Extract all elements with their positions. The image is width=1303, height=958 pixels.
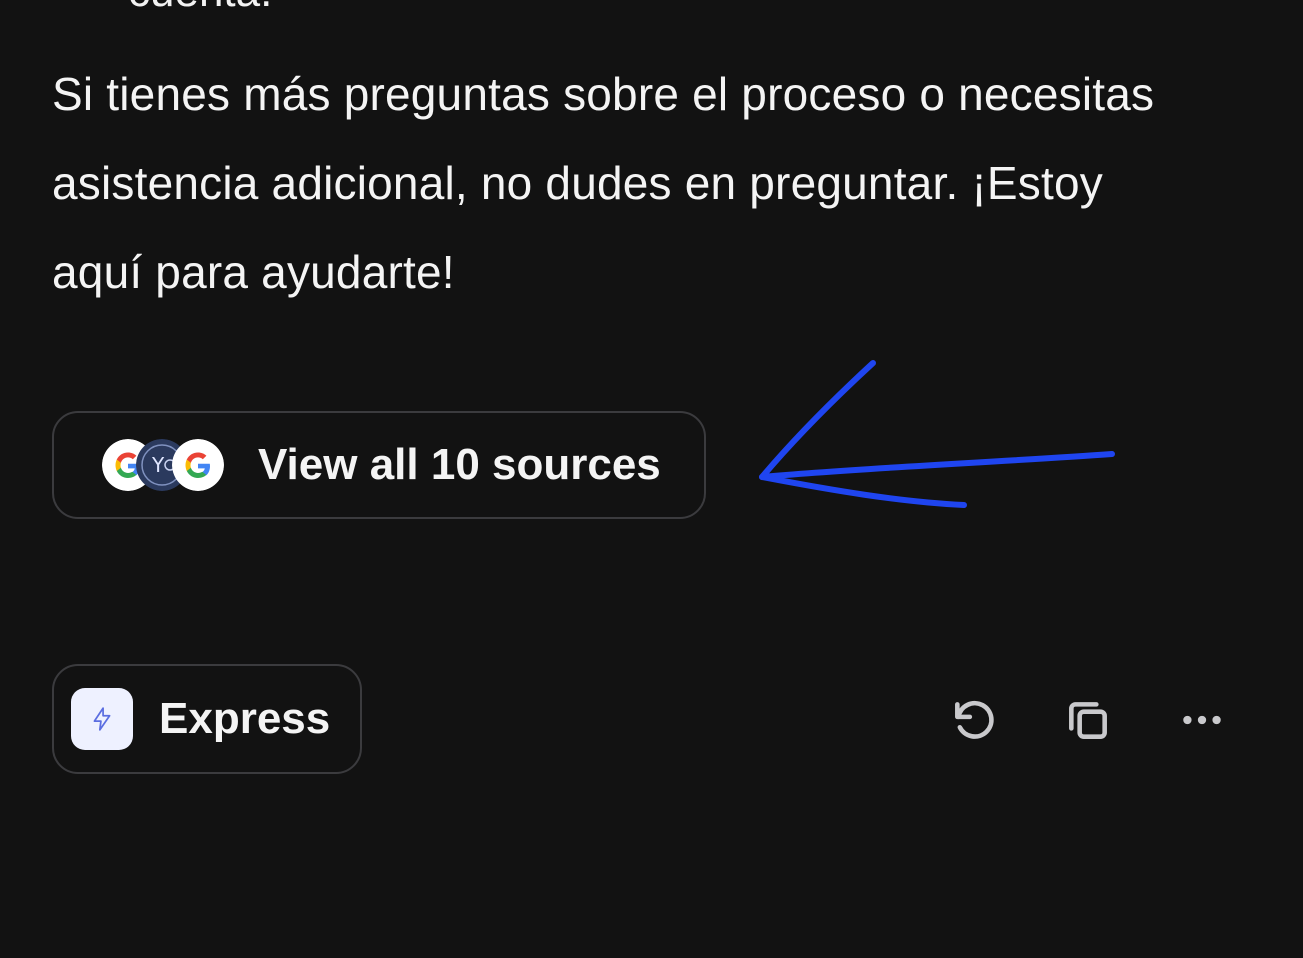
google-icon <box>172 439 224 491</box>
more-icon[interactable] <box>1174 692 1230 748</box>
view-all-sources-label: View all 10 sources <box>258 440 661 489</box>
message-text-fragment: cuenta. <box>128 0 272 20</box>
express-mode-button[interactable]: Express <box>52 664 362 774</box>
yc-icon-text: Y <box>151 453 165 477</box>
source-icon-stack: Y <box>102 439 232 491</box>
lightning-icon <box>71 688 133 750</box>
view-all-sources-button[interactable]: Y View all 10 sources <box>52 411 706 519</box>
retry-icon[interactable] <box>946 692 1002 748</box>
assistant-message-text: Si tienes más preguntas sobre el proceso… <box>52 68 1155 298</box>
hand-drawn-arrow-annotation <box>759 360 1115 508</box>
express-mode-label: Express <box>159 694 331 743</box>
copy-icon[interactable] <box>1060 692 1116 748</box>
